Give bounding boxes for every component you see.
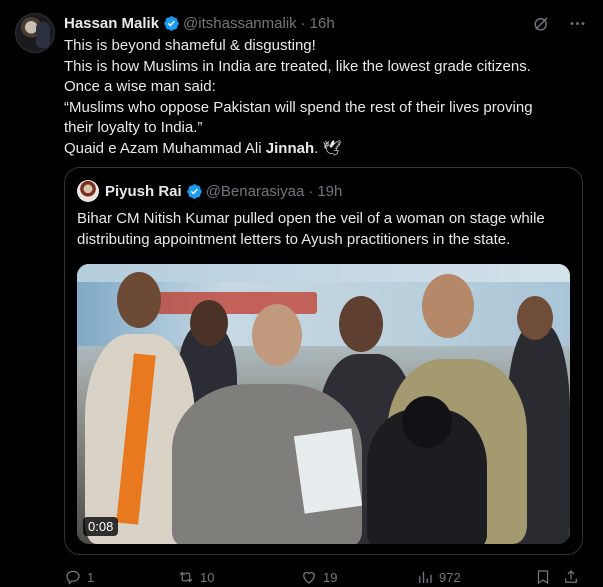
repost-count: 10 <box>200 569 215 585</box>
video-person-head <box>252 304 302 366</box>
quoted-author-name: Piyush Rai <box>105 182 182 200</box>
bookmark-icon <box>537 570 549 585</box>
video-document <box>293 428 363 514</box>
tweet-time[interactable]: 16h <box>310 15 335 32</box>
video-person-head <box>517 296 553 340</box>
quoted-avatar <box>77 180 99 202</box>
verified-badge-icon <box>164 15 179 31</box>
separator-dot: · <box>308 182 314 200</box>
quoted-time: 19h <box>317 182 343 200</box>
views-icon <box>419 571 432 583</box>
like-button[interactable]: 19 <box>300 568 337 586</box>
quoted-body: Bihar CM Nitish Kumar pulled open the ve… <box>77 208 572 250</box>
repost-button[interactable]: 10 <box>177 568 214 586</box>
separator-dot: · <box>300 14 306 32</box>
views-count: 972 <box>439 569 461 585</box>
signature-suffix: . 🕊 <box>314 139 342 157</box>
views-button[interactable]: 972 <box>416 568 461 586</box>
tweet-action-bar: 1 10 19 972 <box>64 568 584 587</box>
quoted-line: distributing appointment letters to Ayus… <box>77 231 511 248</box>
tweet-line: Once a wise man said: <box>64 78 216 95</box>
video-person-head <box>339 296 383 352</box>
more-icon[interactable] <box>567 13 587 33</box>
tweet-line: This is beyond shameful & disgusting! <box>64 37 316 54</box>
quoted-handle: @Benarasiyaa <box>205 182 305 200</box>
repost-icon <box>179 571 193 583</box>
video-person-head <box>117 272 161 328</box>
video-person-head <box>190 300 228 346</box>
tweet-line: This is how Muslims in India are treated… <box>64 57 531 75</box>
signature-prefix: Quaid e Azam Muhammad Ali <box>64 139 266 157</box>
bookmark-button[interactable] <box>534 568 552 586</box>
video-player[interactable]: 0:08 <box>77 264 570 544</box>
tweet-line-signature: Quaid e Azam Muhammad Ali Jinnah. 🕊 <box>64 139 584 160</box>
quoted-tweet[interactable]: Piyush Rai @Benarasiyaa · 19h Bihar CM N… <box>64 167 583 555</box>
tweet-header: Hassan Malik @itshassanmalik · 16h <box>64 13 335 33</box>
reply-button[interactable]: 1 <box>64 568 94 586</box>
video-person-head <box>422 274 474 338</box>
tweet-line: “Muslims who oppose Pakistan will spend … <box>64 98 533 116</box>
tweet-top-actions <box>531 13 587 33</box>
share-button[interactable] <box>562 568 580 586</box>
share-icon <box>565 570 577 583</box>
author-handle[interactable]: @itshassanmalik <box>183 15 297 32</box>
author-name[interactable]: Hassan Malik <box>64 15 159 32</box>
quoted-line: Bihar CM Nitish Kumar pulled open the ve… <box>77 210 545 227</box>
tweet-body: This is beyond shameful & disgusting! Th… <box>64 36 584 159</box>
reply-count: 1 <box>87 569 95 585</box>
video-duration: 0:08 <box>83 517 119 536</box>
reply-icon <box>66 570 80 585</box>
like-count: 19 <box>323 569 338 585</box>
author-avatar[interactable] <box>15 13 55 53</box>
like-icon <box>303 571 315 584</box>
quoted-header: Piyush Rai @Benarasiyaa · 19h <box>77 180 342 202</box>
grok-icon[interactable] <box>531 13 551 33</box>
video-person-head <box>402 396 452 448</box>
signature-bold: Jinnah <box>265 139 315 157</box>
verified-badge-icon <box>186 183 202 199</box>
tweet-line: their loyalty to India.” <box>64 119 203 136</box>
